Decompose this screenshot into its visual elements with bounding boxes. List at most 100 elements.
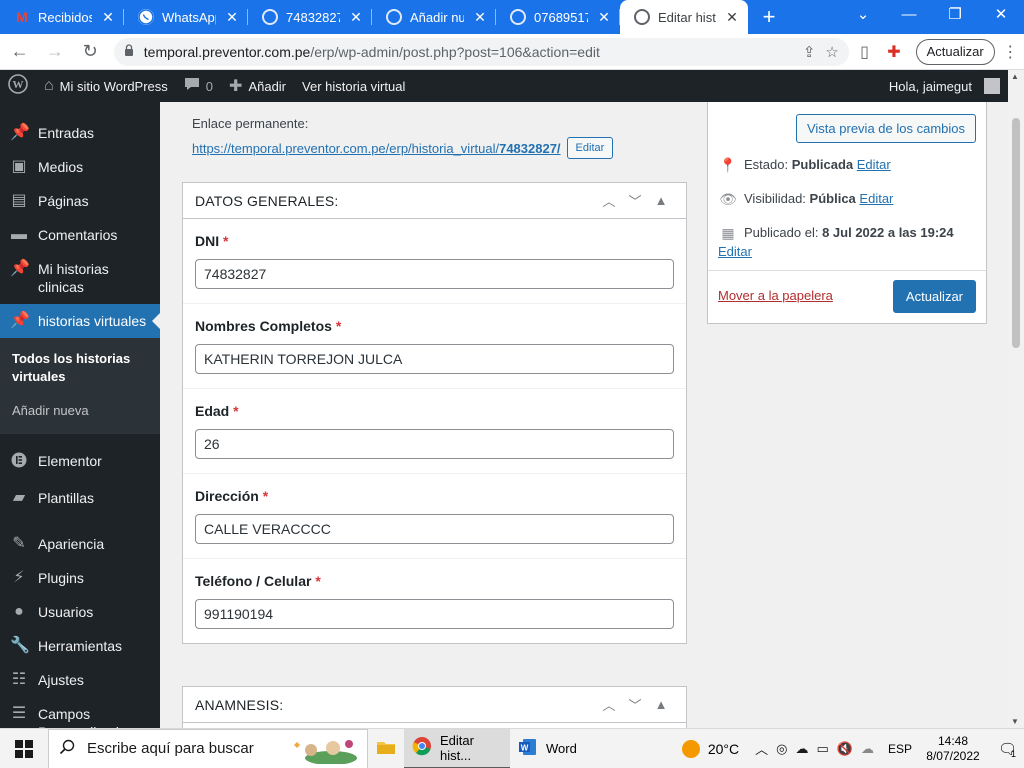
page-scrollbar[interactable]: ▲ ▼ — [1008, 70, 1024, 728]
sidebar-item-medios[interactable]: ▣ Medios — [0, 150, 160, 184]
tab-editar-historia[interactable]: Editar histo ✕ — [620, 0, 748, 34]
sidebar-item-elementor[interactable]: Elementor — [0, 444, 160, 481]
permalink-edit-button[interactable]: Editar — [566, 137, 614, 159]
close-icon[interactable]: ✕ — [100, 9, 116, 26]
permalink-link[interactable]: https://temporal.preventor.com.pe/erp/hi… — [192, 141, 561, 156]
close-icon[interactable]: ✕ — [724, 9, 740, 26]
minimize-icon[interactable]: — — [886, 0, 932, 30]
word-taskbar-button[interactable]: W Word — [510, 729, 610, 768]
sidebar-item-mi-historias[interactable]: 📌 Mi historias clinicas — [0, 252, 160, 304]
scroll-up-icon[interactable]: ▲ — [1011, 72, 1019, 81]
menu-dots-icon[interactable]: ⋮ — [997, 38, 1024, 66]
close-icon[interactable]: ✕ — [224, 9, 240, 26]
add-new-link[interactable]: ✚ Añadir — [221, 70, 294, 102]
scroll-down-icon[interactable]: ▼ — [1011, 717, 1019, 726]
start-button[interactable] — [0, 729, 48, 768]
close-icon[interactable]: ✕ — [348, 9, 364, 26]
close-icon[interactable]: ✕ — [596, 9, 612, 26]
taskbar-search[interactable]: Escribe aquí para buscar — [48, 728, 368, 768]
network-icon[interactable]: ▭ — [817, 741, 829, 757]
direccion-input[interactable]: CALLE VERACCCC — [195, 514, 674, 544]
field-label: Dirección * — [195, 488, 674, 504]
nombres-input[interactable]: KATHERIN TORREJON JULCA — [195, 344, 674, 374]
sidebar-item-apariencia[interactable]: ✎ Apariencia — [0, 527, 160, 561]
edit-date-link[interactable]: Editar — [718, 244, 752, 259]
sidebar-item-plantillas[interactable]: ▰ Plantillas — [0, 481, 160, 515]
toggle-triangle-icon[interactable]: ▲ — [648, 193, 674, 208]
sidebar-item-plugins[interactable]: ⚡ Plugins — [0, 561, 160, 595]
submenu-item-all[interactable]: Todos los historias virtuales — [0, 346, 160, 390]
dni-input[interactable]: 74832827 — [195, 259, 674, 289]
chevron-down-icon[interactable]: ﹀ — [622, 191, 648, 210]
language-indicator[interactable]: ESP — [888, 742, 912, 756]
temperature[interactable]: 20°C — [708, 741, 739, 757]
close-window-icon[interactable]: ✕ — [978, 0, 1024, 30]
pin-status-icon: 📍 — [719, 157, 737, 173]
volume-mute-icon[interactable]: 🔇 — [837, 741, 853, 757]
weather-icon[interactable] — [681, 739, 700, 758]
svg-text:W: W — [521, 744, 529, 753]
chevron-up-icon[interactable]: ︿ — [755, 739, 768, 758]
telefono-input[interactable]: 991190194 — [195, 599, 674, 629]
sidepanel-icon[interactable]: ▯ — [851, 38, 878, 66]
chevron-up-icon[interactable]: ︿ — [596, 695, 622, 714]
clock[interactable]: 14:48 8/07/2022 — [920, 734, 986, 764]
datos-generales-box: DATOS GENERALES: ︿ ﹀ ▲ DNI * 74832827 No… — [182, 182, 687, 644]
forward-icon[interactable]: → — [39, 36, 70, 68]
reload-icon[interactable]: ↻ — [75, 36, 106, 68]
scrollbar-thumb[interactable] — [1012, 118, 1020, 348]
bookmark-star-icon[interactable]: ☆ — [825, 43, 838, 61]
postbox-title: DATOS GENERALES: — [195, 192, 339, 209]
restore-icon[interactable]: ❐ — [932, 0, 978, 30]
file-explorer-button[interactable] — [368, 729, 404, 768]
comments-link[interactable]: 0 — [176, 70, 221, 102]
meet-icon[interactable]: ◎ — [776, 741, 787, 757]
sidebar-item-ajustes[interactable]: ☷ Ajustes — [0, 663, 160, 697]
chevron-down-icon[interactable]: ﹀ — [622, 695, 648, 714]
sidebar-item-historias-virtuales[interactable]: 📌 historias virtuales — [0, 304, 160, 338]
tab-74832827[interactable]: 74832827 - ✕ — [248, 0, 372, 34]
cloud-icon[interactable]: ☁ — [861, 741, 874, 757]
url-input[interactable]: temporal.preventor.com.pe/erp/wp-admin/p… — [113, 37, 849, 66]
notification-center[interactable]: 🗨 1 — [994, 736, 1020, 762]
move-to-trash-link[interactable]: Mover a la papelera — [718, 288, 833, 303]
field-nombres: Nombres Completos * KATHERIN TORREJON JU… — [183, 304, 686, 389]
share-icon[interactable]: ⇪ — [803, 43, 816, 61]
preview-changes-button[interactable]: Vista previa de los cambios — [795, 114, 976, 143]
back-icon[interactable]: ← — [4, 36, 35, 68]
site-name-link[interactable]: ⌂ Mi sitio WordPress — [36, 70, 176, 102]
field-dni: DNI * 74832827 — [183, 219, 686, 304]
edit-status-link[interactable]: Editar — [857, 157, 891, 172]
sidebar-item-comentarios[interactable]: ▬ Comentarios — [0, 218, 160, 252]
view-post-link[interactable]: Ver historia virtual — [294, 70, 413, 102]
tab-07689517[interactable]: 07689517 - ✕ — [496, 0, 620, 34]
tab-gmail[interactable]: M Recibidos ( ✕ — [0, 0, 124, 34]
chevron-up-icon[interactable]: ︿ — [596, 191, 622, 210]
whatsapp-icon — [138, 9, 154, 25]
toggle-triangle-icon[interactable]: ▲ — [648, 697, 674, 712]
new-tab-button[interactable]: + — [752, 0, 786, 34]
tab-search-icon[interactable]: ⌄ — [840, 0, 886, 30]
extension-icon[interactable]: ✚ — [880, 38, 907, 66]
tab-whatsapp[interactable]: WhatsApp ✕ — [124, 0, 248, 34]
onedrive-icon[interactable]: ☁ — [796, 741, 809, 757]
greeting: Hola, jaimegut — [888, 78, 972, 94]
edit-visibility-link[interactable]: Editar — [859, 191, 893, 206]
sidebar-item-entradas[interactable]: 📌 Entradas — [0, 116, 160, 150]
update-button[interactable]: Actualizar — [892, 280, 976, 313]
sidebar-item-herramientas[interactable]: 🔧 Herramientas — [0, 629, 160, 663]
sidebar-item-usuarios[interactable]: ● Usuarios — [0, 595, 160, 629]
sidebar-item-paginas[interactable]: ▤ Páginas — [0, 184, 160, 218]
sidebar-item-campos[interactable]: ☰ Campos Personalizados — [0, 697, 160, 728]
close-icon[interactable]: ✕ — [472, 9, 488, 26]
pages-icon: ▤ — [11, 192, 27, 209]
comments-icon: ▬ — [11, 226, 27, 243]
submenu-item-add-new[interactable]: Añadir nueva — [0, 398, 160, 424]
account-menu[interactable]: Hola, jaimegut — [881, 70, 1024, 102]
edad-input[interactable]: 26 — [195, 429, 674, 459]
plugin-icon: ⚡ — [13, 569, 25, 586]
wp-logo-button[interactable]: W — [0, 70, 36, 102]
browser-update-button[interactable]: Actualizar — [915, 38, 995, 65]
tab-anadir-nueva[interactable]: Añadir nue ✕ — [372, 0, 496, 34]
chrome-taskbar-button[interactable]: Editar hist... — [404, 728, 510, 768]
